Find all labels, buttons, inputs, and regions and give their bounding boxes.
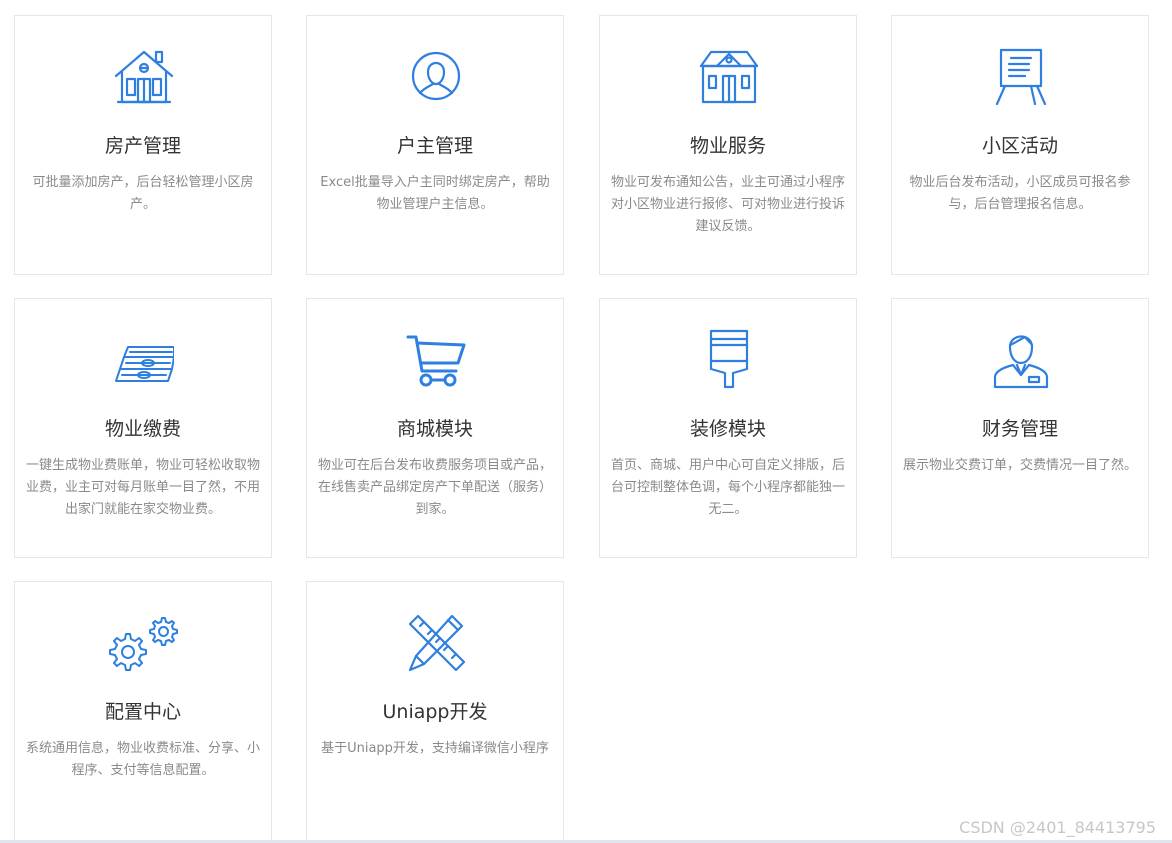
accountant-icon bbox=[991, 329, 1051, 389]
ruler-pencil-icon bbox=[406, 612, 466, 672]
card-title: 户主管理 bbox=[396, 135, 473, 157]
feature-card-config[interactable]: 配置中心 系统通用信息，物业收费标准、分享、小程序、支付等信息配置。 bbox=[14, 581, 272, 841]
card-description: 可批量添加房产，后台轻松管理小区房产。 bbox=[32, 175, 254, 212]
card-description: 基于Uniapp开发，支持编译微信小程序 bbox=[321, 741, 549, 756]
card-title: 配置中心 bbox=[104, 701, 181, 723]
card-description: 物业可在后台发布收费服务项目或产品，在线售卖产品绑定房产下单配送（服务）到家。 bbox=[317, 458, 552, 517]
feature-card-property[interactable]: 房产管理 可批量添加房产，后台轻松管理小区房产。 bbox=[14, 15, 272, 275]
feature-card-fee[interactable]: 物业缴费 一键生成物业费账单，物业可轻松收取物业费，业主可对每月账单一目了然，不… bbox=[14, 298, 272, 558]
feature-card-mall[interactable]: 商城模块 物业可在后台发布收费服务项目或产品，在线售卖产品绑定房产下单配送（服务… bbox=[306, 298, 564, 558]
feature-card-decoration[interactable]: 装修模块 首页、商城、用户中心可自定义排版，后台可控制整体色调，每个小程序都能独… bbox=[599, 298, 857, 558]
card-title: 物业缴费 bbox=[104, 418, 181, 440]
card-title: 商城模块 bbox=[396, 418, 473, 440]
house-icon bbox=[114, 46, 174, 106]
feature-grid: 房产管理 可批量添加房产，后台轻松管理小区房产。 户主管理 Excel批量导入户… bbox=[0, 0, 1172, 843]
card-description: 首页、商城、用户中心可自定义排版，后台可控制整体色调，每个小程序都能独一无二。 bbox=[610, 458, 845, 517]
csdn-watermark: CSDN @2401_84413795 bbox=[959, 818, 1156, 837]
card-description: 展示物业交费订单，交费情况一目了然。 bbox=[902, 458, 1137, 473]
card-title: 房产管理 bbox=[104, 135, 181, 157]
shopping-cart-icon bbox=[406, 329, 466, 389]
user-avatar-icon bbox=[406, 46, 466, 106]
card-title: 小区活动 bbox=[981, 135, 1058, 157]
feature-card-service[interactable]: 物业服务 物业可发布通知公告，业主可通过小程序对小区物业进行报修、可对物业进行投… bbox=[599, 15, 857, 275]
paint-brush-icon bbox=[699, 329, 759, 389]
card-title: 装修模块 bbox=[689, 418, 766, 440]
feature-card-owner[interactable]: 户主管理 Excel批量导入户主同时绑定房产，帮助物业管理户主信息。 bbox=[306, 15, 564, 275]
card-title: 物业服务 bbox=[689, 135, 766, 157]
easel-board-icon bbox=[991, 46, 1051, 106]
card-description: 系统通用信息，物业收费标准、分享、小程序、支付等信息配置。 bbox=[25, 741, 260, 778]
feature-card-finance[interactable]: 财务管理 展示物业交费订单，交费情况一目了然。 bbox=[891, 298, 1149, 558]
building-icon bbox=[699, 46, 759, 106]
gears-icon bbox=[109, 612, 178, 672]
card-title: 财务管理 bbox=[981, 418, 1058, 440]
feature-card-uniapp[interactable]: Uniapp开发 基于Uniapp开发，支持编译微信小程序 bbox=[306, 581, 564, 841]
card-description: 一键生成物业费账单，物业可轻松收取物业费，业主可对每月账单一目了然，不用出家门就… bbox=[25, 458, 260, 517]
card-description: 物业后台发布活动，小区成员可报名参与，后台管理报名信息。 bbox=[909, 175, 1131, 212]
card-description: 物业可发布通知公告，业主可通过小程序对小区物业进行报修、可对物业进行投诉建议反馈… bbox=[610, 175, 845, 234]
feature-card-activity[interactable]: 小区活动 物业后台发布活动，小区成员可报名参与，后台管理报名信息。 bbox=[891, 15, 1149, 275]
money-stack-icon bbox=[114, 329, 174, 389]
card-title: Uniapp开发 bbox=[382, 701, 488, 723]
card-description: Excel批量导入户主同时绑定房产，帮助物业管理户主信息。 bbox=[320, 175, 550, 212]
